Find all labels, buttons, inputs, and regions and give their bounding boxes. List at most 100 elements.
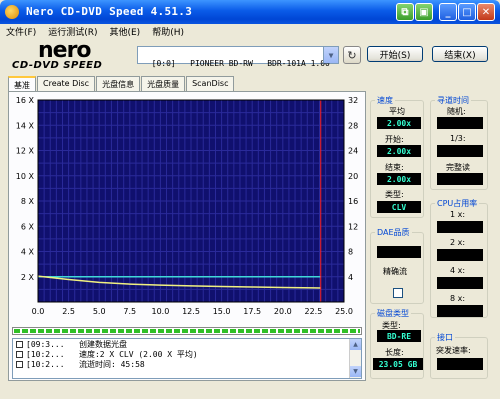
cpu-1x-label: 1 x: [450, 210, 466, 219]
full-seek-value [437, 173, 483, 185]
chart-x-tick-label: 15.0 [213, 307, 231, 316]
accurate-stream-checkbox[interactable] [393, 288, 403, 298]
chevron-down-icon[interactable]: ▼ [323, 47, 338, 63]
cpu-4x-value [437, 277, 483, 289]
cpu-group-title: CPU占用率 [435, 198, 480, 209]
random-seek-value [437, 117, 483, 129]
chart-y2-tick-label: 28 [348, 121, 358, 130]
avg-speed-value: 2.00x [377, 117, 421, 129]
cpu-2x-value [437, 249, 483, 261]
log-text: 流逝时间: 45:58 [78, 359, 145, 369]
close-button[interactable]: ✕ [477, 3, 495, 21]
chart-x-tick-label: 12.5 [182, 307, 200, 316]
cpu-8x-label: 8 x: [450, 294, 466, 303]
chart-y2-tick-label: 16 [348, 197, 358, 206]
end-speed-label: 结束: [385, 163, 404, 172]
scroll-down-icon[interactable]: ▼ [350, 366, 361, 377]
disc-length-value: 23.05 GB [373, 358, 423, 370]
dae-group-title: DAE品质 [375, 227, 412, 238]
window-title: Nero CD-DVD Speed 4.51.3 [26, 5, 193, 18]
third-seek-value [437, 145, 483, 157]
log-scrollbar[interactable]: ▲ ▼ [349, 339, 361, 378]
dae-quality-value [377, 246, 421, 258]
menu-bar: 文件(F) 运行测试(R) 其他(E) 帮助(H) [0, 24, 500, 38]
start-button[interactable]: 开始(S) [367, 46, 423, 62]
exit-button[interactable]: 结束(X) [432, 46, 488, 62]
tab-bar: 基准 Create Disc 光盘信息 光盘质量 ScanDisc [8, 76, 235, 93]
chart-y-tick-label: 12 X [16, 147, 35, 156]
disc-type-value: BD-RE [377, 330, 421, 342]
chart-x-tick-label: 25.0 [335, 307, 353, 316]
chart-y-tick-label: 4 X [21, 248, 35, 257]
chart-x-tick-label: 20.0 [274, 307, 292, 316]
speed-type-label: 类型: [385, 190, 404, 199]
progress-fill [14, 329, 360, 333]
tab-disc-info[interactable]: 光盘信息 [96, 76, 141, 92]
chart-x-tick-label: 7.5 [123, 307, 136, 316]
log-entry-icon [16, 360, 23, 368]
tab-disc-quality[interactable]: 光盘质量 [141, 76, 186, 92]
third-seek-label: 1/3: [450, 134, 466, 143]
log-time: [10:2... [26, 359, 65, 369]
menu-file[interactable]: 文件(F) [0, 25, 42, 38]
disc-type-group-title: 磁盘类型 [375, 308, 411, 319]
log-row: [09:3... 创建数据光盘 [13, 339, 361, 349]
speed-group-title: 速度 [375, 95, 395, 106]
chart-y-tick-label: 2 X [21, 273, 35, 282]
app-icon [5, 5, 19, 19]
chart-y-tick-label: 10 X [16, 172, 35, 181]
extra-icon[interactable]: ▣ [415, 3, 433, 21]
chart-y-tick-label: 6 X [21, 222, 35, 231]
scroll-up-icon[interactable]: ▲ [350, 339, 361, 350]
chart-y2-tick-label: 24 [348, 147, 358, 156]
disc-length-label: 长度: [385, 348, 404, 357]
start-speed-value: 2.00x [377, 145, 421, 157]
drive-selected-value: [0:0] PIONEER BD-RW BDR-101A 1.00 [151, 59, 330, 68]
log-entry-icon [16, 350, 23, 358]
menu-other[interactable]: 其他(E) [103, 25, 146, 38]
tab-scandisc[interactable]: ScanDisc [186, 76, 235, 92]
chart-x-tick-label: 5.0 [93, 307, 106, 316]
cd-dvd-speed-logo: CD-DVD SPEED [12, 60, 103, 71]
speed-type-value: CLV [377, 201, 421, 213]
accurate-stream-label: 精确流 [383, 267, 407, 276]
benchmark-chart: 16 X 14 X 12 X 10 X 8 X 6 X 4 X 2 X 32 28 24 20 16 12… [16, 96, 358, 316]
log-panel[interactable]: [09:3... 创建数据光盘 [10:2... 速度:2 X CLV (2.0… [12, 338, 362, 379]
burst-rate-value [437, 358, 483, 370]
end-speed-value: 2.00x [377, 173, 421, 185]
minimize-button[interactable]: _ [439, 3, 457, 21]
start-speed-label: 开始: [385, 135, 404, 144]
chart-y-tick-label: 16 X [16, 96, 35, 105]
drive-select[interactable]: [0:0] PIONEER BD-RW BDR-101A 1.00 ▼ [137, 46, 339, 68]
chart-x-tick-label: 17.5 [243, 307, 261, 316]
menu-run-test[interactable]: 运行测试(R) [42, 25, 103, 38]
chart-y2-tick-label: 20 [348, 172, 358, 181]
chart-y2-tick-label: 12 [348, 222, 358, 231]
log-entry-icon [16, 340, 23, 348]
chart-y2-tick-label: 4 [348, 273, 353, 282]
log-row: [10:2... 流逝时间: 45:58 [13, 359, 361, 369]
log-row: [10:2... 速度:2 X CLV (2.00 X 平均) [13, 349, 361, 359]
interface-group-title: 接口 [435, 332, 455, 343]
maximize-button[interactable]: □ [458, 3, 476, 21]
chart-y2-tick-label: 32 [348, 96, 358, 105]
refresh-icon: ↻ [347, 48, 357, 62]
restore-extra-icon[interactable]: ⧉ [396, 3, 414, 21]
cpu-8x-value [437, 305, 483, 317]
chart-x-tick-label: 22.5 [304, 307, 322, 316]
chart-x-tick-label: 0.0 [32, 307, 45, 316]
title-bar[interactable]: Nero CD-DVD Speed 4.51.3 ⧉ ▣ _ □ ✕ [0, 0, 500, 24]
menu-help[interactable]: 帮助(H) [146, 25, 190, 38]
progress-bar [12, 327, 362, 335]
cpu-4x-label: 4 x: [450, 266, 466, 275]
log-time: [10:2... [26, 349, 65, 359]
chart-y2-tick-label: 8 [348, 248, 353, 257]
tab-create-disc[interactable]: Create Disc [37, 76, 96, 92]
cpu-2x-label: 2 x: [450, 238, 466, 247]
log-time: [09:3... [26, 339, 65, 349]
random-seek-label: 随机: [447, 107, 466, 116]
seek-group-title: 寻道时间 [435, 95, 471, 106]
refresh-drive-button[interactable]: ↻ [343, 46, 361, 64]
chart-x-tick-label: 2.5 [62, 307, 75, 316]
burst-rate-label: 突发速率: [436, 346, 471, 355]
